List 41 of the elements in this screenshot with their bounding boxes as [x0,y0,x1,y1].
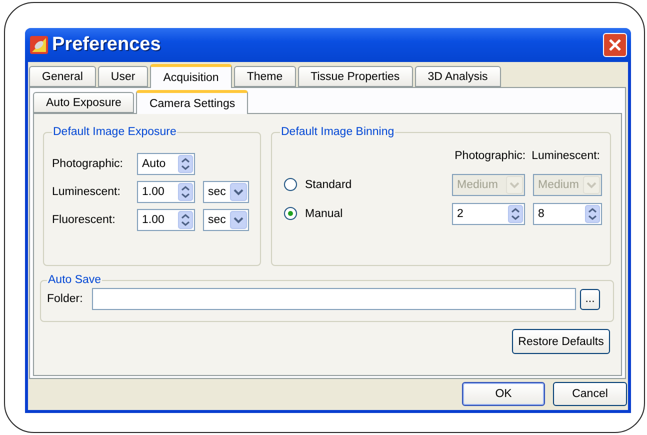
column-header: Luminescent: [532,150,600,162]
tab[interactable]: Theme [234,66,296,87]
dialog-button[interactable]: OK [462,382,545,406]
column-header: Photographic: [454,150,526,162]
tab[interactable]: Tissue Properties [298,66,413,87]
close-icon [608,38,622,52]
spin-field[interactable]: 1.00 [137,209,195,231]
group-title: Default Image Exposure [52,126,178,138]
radio-label: Standard [305,178,352,190]
tab[interactable]: General [29,66,96,87]
group-title: Default Image Binning [280,126,396,138]
radio-button[interactable] [284,207,297,220]
browse-button[interactable]: ... [580,288,600,310]
spinner-arrows-icon[interactable] [585,204,600,222]
folder-field[interactable] [92,288,576,310]
tab[interactable]: 3D Analysis [414,66,501,87]
spin-field[interactable]: Auto [137,153,195,175]
restore-defaults-button[interactable]: Restore Defaults [512,329,610,354]
dialog-button[interactable]: Cancel [553,382,627,406]
app-icon [30,36,48,54]
spinner-arrows-icon[interactable] [178,183,193,201]
field-label: Luminescent: [52,186,122,198]
field-label: Photographic: [52,158,124,170]
close-button[interactable] [603,33,627,57]
unit-dropdown[interactable]: sec [203,209,249,231]
spinner-arrows-icon[interactable] [508,204,523,222]
spinner-arrows-icon[interactable] [178,155,193,173]
field-label: Folder: [47,293,84,305]
field-label: Fluorescent: [52,214,116,226]
group-title: Auto Save [47,274,102,286]
spin-field[interactable]: 1.00 [137,181,195,203]
spin-field[interactable]: 8 [533,202,602,224]
unit-dropdown[interactable]: sec [203,181,249,203]
subtab[interactable]: Auto Exposure [33,92,134,113]
spinner-arrows-icon[interactable] [178,211,193,229]
radio-label: Manual [305,208,343,220]
window-title: Preferences [52,34,162,56]
spin-field[interactable]: 2 [452,202,525,224]
subtab[interactable]: Camera Settings [136,90,248,114]
tab[interactable]: User [98,66,148,87]
tab[interactable]: Acquisition [150,64,232,88]
